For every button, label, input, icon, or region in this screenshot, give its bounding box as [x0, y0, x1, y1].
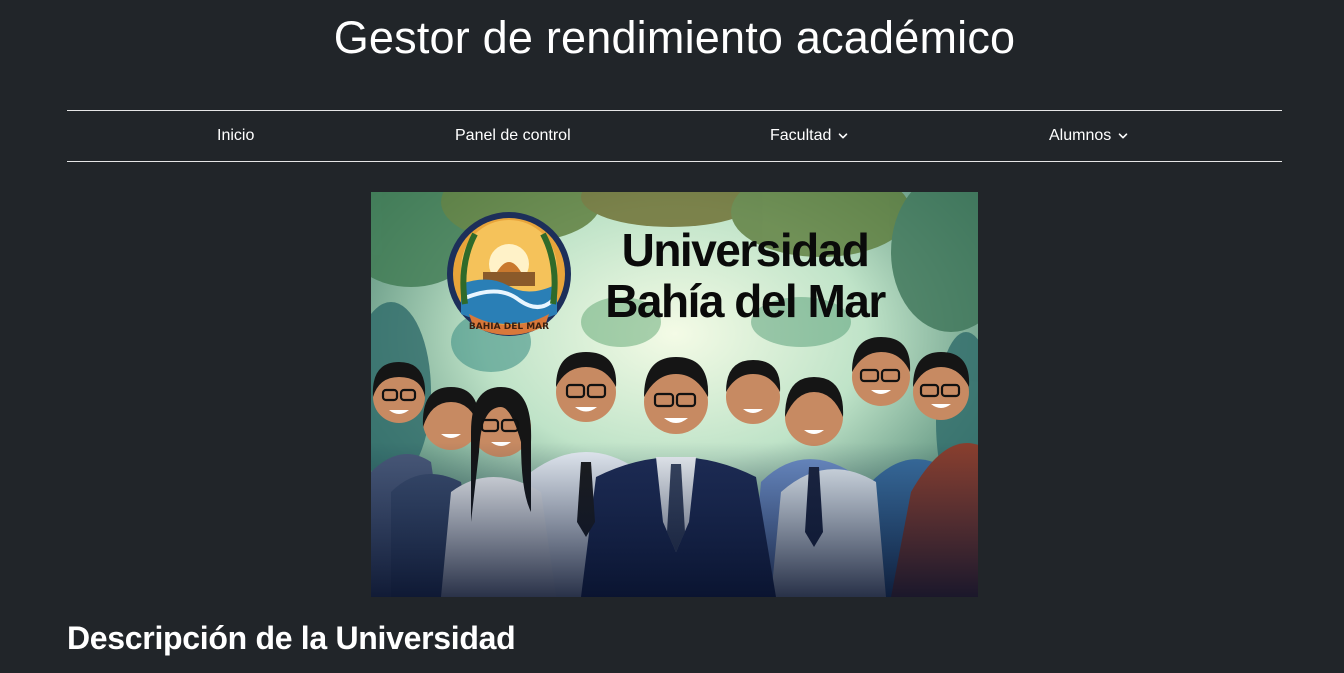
section-title: Descripción de la Universidad — [67, 620, 516, 656]
nav-item-label: Alumnos — [1049, 127, 1112, 144]
nav-item-alumnos[interactable]: Alumnos — [1049, 111, 1128, 161]
main-nav: Inicio Panel de control Facultad Alumnos — [67, 110, 1282, 162]
hero-title-line-2: Bahía del Mar — [605, 275, 886, 327]
nav-item-label: Inicio — [217, 127, 255, 144]
chevron-down-icon — [839, 133, 848, 139]
university-seal-logo: BAHIA DEL MAR — [447, 212, 571, 336]
page-title: Gestor de rendimiento académico — [333, 12, 1016, 63]
nav-item-label: Panel de control — [455, 127, 571, 144]
seal-text: BAHIA DEL MAR — [469, 322, 549, 332]
chevron-down-icon — [1118, 133, 1128, 139]
hero-banner-image: BAHIA DEL MAR Universidad Bahía del Mar — [371, 192, 978, 597]
nav-item-inicio[interactable]: Inicio — [217, 111, 254, 161]
hero-title-line-1: Universidad — [622, 224, 869, 276]
nav-item-label: Facultad — [770, 127, 832, 144]
nav-item-facultad[interactable]: Facultad — [770, 111, 848, 161]
nav-item-panel-de-control[interactable]: Panel de control — [455, 111, 571, 161]
